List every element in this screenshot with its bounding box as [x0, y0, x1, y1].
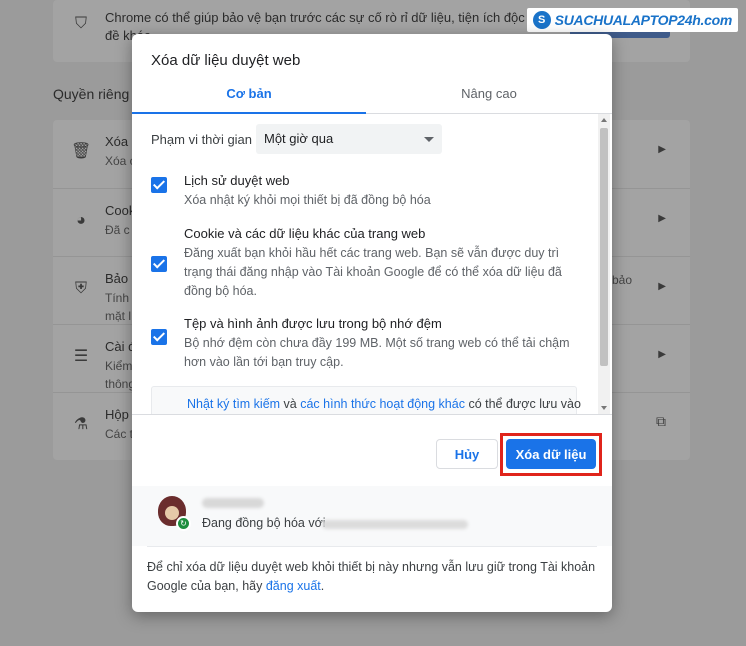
option-desc: Đăng xuất bạn khỏi hầu hết các trang web… [184, 246, 562, 298]
tab-advanced[interactable]: Nâng cao [372, 80, 606, 114]
dialog-content: Phạm vi thời gian Một giờ qua Lịch sử du… [132, 114, 612, 414]
account-email-redacted [322, 520, 468, 529]
note-text: Để chỉ xóa dữ liệu duyệt web khỏi thiết … [147, 560, 596, 593]
sign-out-link[interactable]: đăng xuất [266, 579, 321, 593]
row-desc: Các t [105, 427, 134, 441]
chevron-right-icon: ▶ [658, 144, 666, 155]
trash-icon: 🗑 [71, 143, 92, 160]
chevron-right-icon: ▶ [658, 213, 666, 224]
tab-basic[interactable]: Cơ bản [132, 80, 366, 114]
sign-out-note: Để chỉ xóa dữ liệu duyệt web khỏi thiết … [147, 558, 597, 596]
dialog-title: Xóa dữ liệu duyệt web [151, 52, 301, 69]
row-desc: Tính [105, 291, 130, 305]
checkbox-cache[interactable] [151, 329, 167, 345]
note-end: . [320, 579, 325, 593]
sliders-icon: ☰ [73, 348, 89, 365]
row-desc: Đã c [105, 223, 130, 237]
background-side-text: bảo [612, 273, 633, 287]
row-desc: thông [105, 377, 136, 391]
row-desc: Kiểm [105, 359, 133, 373]
checkbox-browsing-history[interactable] [151, 177, 167, 193]
checkbox-cookies[interactable] [151, 256, 167, 272]
row-title: Cook [105, 203, 136, 218]
row-title: Hộp [105, 407, 129, 422]
time-range-value: Một giờ qua [264, 131, 334, 146]
info-text: có thể được lưu vào [464, 397, 581, 411]
row-desc: mặt l [105, 309, 132, 323]
sync-icon: ↻ [176, 516, 191, 531]
time-range-select[interactable]: Một giờ qua [256, 124, 442, 154]
divider [132, 414, 612, 415]
avatar: ↻ [156, 496, 191, 531]
clear-browsing-data-dialog: Xóa dữ liệu duyệt web Cơ bản Nâng cao Ph… [132, 34, 612, 612]
open-in-new-icon: ⧉ [656, 413, 666, 429]
logo-text: SUACHUALAPTOP24h.com [554, 12, 733, 28]
scroll-up-icon[interactable] [601, 118, 607, 122]
site-logo: S SUACHUALAPTOP24h.com [526, 8, 738, 32]
caret-down-icon [424, 137, 434, 142]
scroll-thumb[interactable] [600, 128, 608, 366]
highlight-box [500, 433, 602, 476]
info-text: và [280, 397, 301, 411]
shield-icon: ⛨ [74, 280, 87, 297]
logo-icon: S [532, 11, 551, 29]
chevron-right-icon: ▶ [658, 281, 666, 292]
option-title: Lịch sử duyệt web [184, 173, 290, 188]
dialog-tabs: Cơ bản Nâng cao [132, 80, 612, 114]
content-scrollbar[interactable] [598, 114, 610, 414]
chevron-right-icon: ▶ [658, 349, 666, 360]
option-title: Cookie và các dữ liệu khác của trang web [184, 226, 426, 241]
time-range-label: Phạm vi thời gian [151, 132, 253, 147]
cookie-icon: ◕ [76, 212, 86, 229]
cancel-button[interactable]: Hủy [436, 439, 498, 469]
other-activity-link[interactable]: các hình thức hoạt động khác [300, 397, 465, 411]
search-history-link[interactable]: Nhật ký tìm kiếm [187, 397, 280, 411]
account-name-redacted [202, 498, 264, 508]
shield-check-icon: ⛉ [74, 15, 87, 32]
option-desc: Bộ nhớ đệm còn chưa đầy 199 MB. Một số t… [184, 336, 570, 369]
scroll-down-icon[interactable] [601, 406, 607, 410]
privacy-section-title: Quyền riêng t [53, 86, 138, 102]
option-title: Tệp và hình ảnh được lưu trong bộ nhớ đệ… [184, 316, 442, 331]
divider [147, 546, 597, 547]
account-sync-row: ↻ Đang đồng bộ hóa với [132, 486, 612, 546]
flask-icon: ⚗ [73, 416, 89, 433]
option-desc: Xóa nhật ký khỏi mọi thiết bị đã đồng bộ… [184, 193, 431, 207]
sync-status-text: Đang đồng bộ hóa với [202, 516, 326, 530]
search-history-info: Nhật ký tìm kiếm và các hình thức hoạt đ… [151, 386, 581, 414]
row-title: Cài đ [105, 339, 136, 354]
